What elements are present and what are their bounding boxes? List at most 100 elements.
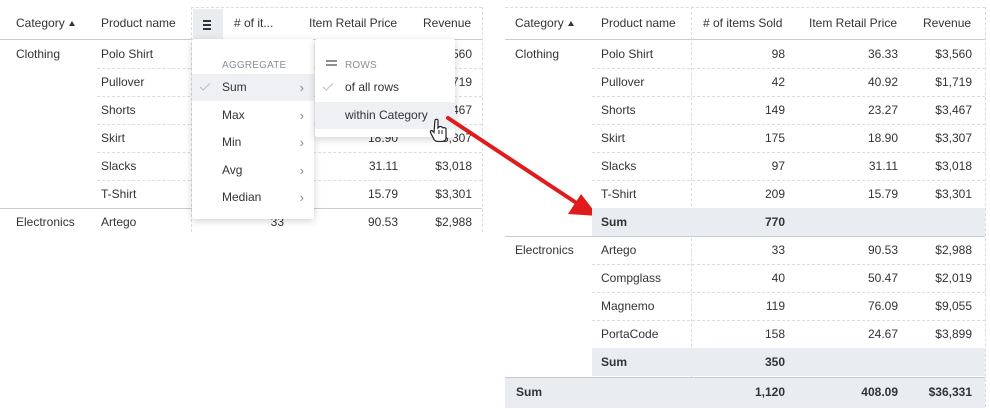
rows-icon-bar: [326, 64, 337, 66]
sum-label-cell: Sum: [601, 355, 628, 369]
retail-price-cell: 15.79: [367, 187, 398, 201]
product-name-cell: Shorts: [101, 103, 136, 117]
revenue-cell: $3,018: [935, 159, 972, 173]
header-items-sold[interactable]: # of items Sold: [703, 7, 793, 39]
sum-label-cell: Sum: [601, 215, 628, 229]
category-cell: Electronics: [16, 215, 75, 229]
header-revenue[interactable]: Revenue: [923, 7, 978, 39]
chevron-right-icon: ›: [299, 162, 304, 178]
items-sold-cell: 98: [771, 47, 785, 61]
hamburger-icon: [203, 20, 211, 22]
hamburger-icon-bar: [203, 28, 211, 30]
items-sold-cell: 40: [771, 271, 785, 285]
aggregate-option-label: Sum: [222, 80, 247, 94]
product-name-cell: Polo Shirt: [601, 47, 654, 61]
grand-total-price: 408.09: [861, 385, 898, 399]
retail-price-cell: 76.09: [867, 299, 898, 313]
aggregate-menu-heading: AGGREGATE: [222, 60, 287, 71]
check-icon: [322, 80, 334, 91]
retail-price-cell: 36.33: [867, 47, 898, 61]
chevron-right-icon: ›: [299, 80, 304, 95]
retail-price-cell: 23.27: [867, 103, 898, 117]
revenue-cell: $9,055: [935, 299, 972, 313]
revenue-cell: $3,301: [935, 187, 972, 201]
top-divider: [191, 7, 482, 8]
product-name-cell: Slacks: [101, 159, 137, 173]
product-name-cell: T-Shirt: [601, 187, 637, 201]
revenue-cell: $3,899: [935, 327, 972, 341]
retail-price-cell: 31.11: [368, 159, 398, 173]
header-items-sold[interactable]: # of it...: [234, 7, 294, 39]
header-item-retail-price[interactable]: Item Retail Price: [809, 7, 904, 39]
header-category[interactable]: Category: [16, 7, 96, 39]
aggregate-option-label: Min: [222, 135, 242, 149]
revenue-cell: $2,019: [935, 271, 972, 285]
items-sold-cell: 42: [771, 75, 785, 89]
header-revenue[interactable]: Revenue: [423, 7, 478, 39]
aggregate-option-label: Avg: [222, 162, 243, 177]
top-divider: [505, 7, 985, 8]
rows-option-label: within Category: [345, 108, 428, 122]
items-sold-cell: 149: [764, 103, 785, 117]
product-name-cell: Artego: [601, 243, 637, 257]
items-sold-cell: 97: [771, 159, 785, 173]
grand-total-items: 1,120: [754, 385, 785, 399]
category-sum-row: [592, 208, 985, 236]
retail-price-cell: 40.92: [867, 75, 898, 89]
chevron-right-icon: ›: [299, 107, 304, 123]
items-sold-cell: 33: [771, 243, 785, 257]
rows-menu-heading: ROWS: [345, 60, 377, 71]
aggregate-option-label: Median: [222, 190, 262, 204]
header-product-name[interactable]: Product name: [101, 7, 189, 39]
items-sold-cell: 770: [764, 215, 785, 229]
sort-ascending-icon: [567, 21, 574, 26]
product-name-cell: Skirt: [601, 131, 625, 145]
category-cell: Clothing: [515, 47, 560, 61]
rows-option-of-all-rows[interactable]: of all rows: [315, 74, 455, 101]
header-category-label: Category: [16, 16, 65, 30]
product-name-cell: Artego: [101, 215, 137, 229]
retail-price-cell: 31.11: [868, 159, 898, 173]
aggregate-option-sum[interactable]: Sum ›: [192, 74, 314, 101]
retail-price-cell: 18.90: [867, 131, 898, 145]
revenue-cell: $1,719: [935, 75, 972, 89]
revenue-cell: $2,988: [935, 243, 972, 257]
column-menu-button[interactable]: [193, 9, 223, 39]
aggregate-option-max[interactable]: Max ›: [192, 102, 314, 129]
aggregate-option-median[interactable]: Median ›: [192, 184, 314, 211]
grand-total-revenue: $36,331: [928, 385, 972, 399]
header-item-retail-price[interactable]: Item Retail Price: [309, 7, 404, 39]
rows-icon: [326, 60, 337, 62]
revenue-cell: $3,467: [935, 103, 972, 117]
product-name-cell: T-Shirt: [101, 187, 137, 201]
check-icon: [199, 80, 211, 91]
product-name-cell: Magnemo: [601, 299, 655, 313]
retail-price-cell: 50.47: [867, 271, 898, 285]
sort-ascending-icon: [68, 21, 75, 26]
product-name-cell: PortaCode: [601, 327, 659, 341]
items-sold-cell: 158: [764, 327, 785, 341]
column-divider: [985, 7, 986, 407]
revenue-cell: $3,560: [935, 47, 972, 61]
product-name-cell: Compglass: [601, 271, 662, 285]
items-sold-cell: 119: [765, 299, 785, 313]
items-sold-cell: 350: [764, 355, 785, 369]
product-name-cell: Slacks: [601, 159, 637, 173]
header-category[interactable]: Category: [515, 7, 595, 39]
category-sum-row: [592, 348, 985, 376]
items-sold-cell: 175: [764, 131, 785, 145]
chevron-right-icon: ›: [299, 135, 304, 150]
category-cell: Clothing: [16, 47, 61, 61]
rows-option-label: of all rows: [345, 80, 400, 94]
product-name-cell: Skirt: [101, 131, 125, 145]
aggregate-option-label: Max: [222, 107, 245, 122]
chevron-right-icon: ›: [299, 190, 304, 205]
category-cell: Electronics: [515, 243, 574, 257]
aggregate-option-min[interactable]: Min ›: [192, 129, 314, 156]
aggregate-option-avg[interactable]: Avg ›: [192, 157, 314, 184]
header-product-name[interactable]: Product name: [601, 7, 689, 39]
hamburger-icon-bar: [203, 24, 211, 26]
retail-price-cell: 90.53: [367, 215, 398, 229]
product-name-cell: Pullover: [101, 75, 145, 89]
items-sold-cell: 209: [764, 187, 785, 201]
